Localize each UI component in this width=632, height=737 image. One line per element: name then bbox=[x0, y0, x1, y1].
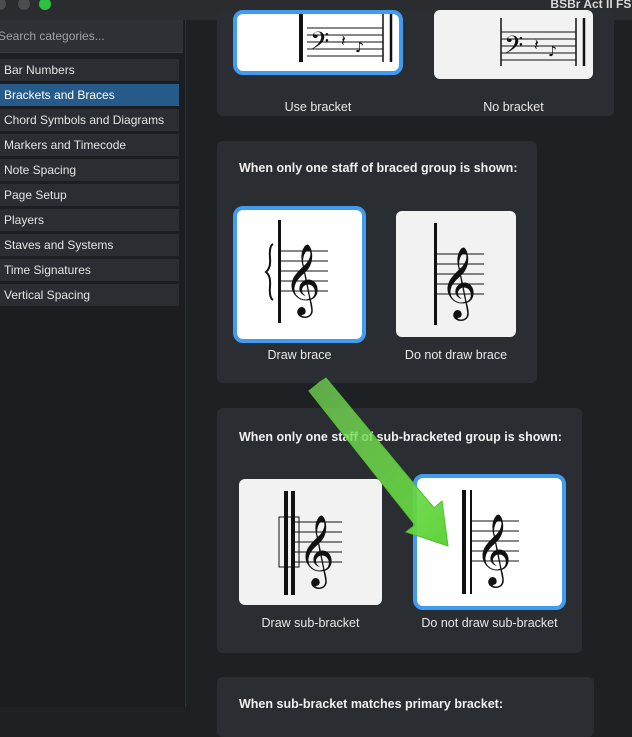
draw-brace-label: Draw brace bbox=[267, 348, 332, 362]
braced-group-section-panel: When only one staff of braced group is s… bbox=[217, 141, 537, 383]
sidebar-item-time-signatures[interactable]: Time Signatures bbox=[0, 259, 179, 281]
sidebar-item-label: Page Setup bbox=[4, 188, 67, 202]
svg-text:♪: ♪ bbox=[548, 44, 557, 60]
bass-clef-staff-icon: 𝄢 𝄽 ♪ bbox=[500, 18, 586, 66]
sidebar-item-markers-timecode[interactable]: Markers and Timecode bbox=[0, 134, 179, 156]
options-main-area: 𝄢 𝄽 ♪ Use bracket 𝄢 𝄽 ♪ No bracket When … bbox=[186, 10, 632, 737]
category-sidebar: Search categories... Bar Numbers Bracket… bbox=[0, 20, 186, 707]
sub-bracket-matches-title: When sub-bracket matches primary bracket… bbox=[239, 697, 503, 711]
treble-clef-staff-icon: 𝄞 bbox=[434, 223, 484, 325]
svg-text:𝄞: 𝄞 bbox=[284, 242, 321, 318]
sidebar-item-label: Markers and Timecode bbox=[4, 138, 127, 152]
svg-text:♪: ♪ bbox=[355, 40, 364, 56]
use-bracket-label: Use bracket bbox=[284, 100, 352, 114]
zoom-window-button[interactable] bbox=[39, 0, 51, 10]
sidebar-item-label: Time Signatures bbox=[4, 263, 91, 277]
svg-text:𝄞: 𝄞 bbox=[475, 512, 512, 588]
do-not-draw-brace-label: Do not draw brace bbox=[404, 348, 508, 362]
option-draw-sub-bracket[interactable]: 𝄞 bbox=[239, 479, 382, 605]
option-draw-brace[interactable]: 𝄞 bbox=[233, 206, 366, 343]
sidebar-item-label: Brackets and Braces bbox=[4, 88, 115, 102]
sidebar-item-bar-numbers[interactable]: Bar Numbers bbox=[0, 59, 179, 81]
treble-clef-brace-icon: 𝄞 bbox=[264, 220, 328, 323]
sidebar-item-label: Vertical Spacing bbox=[4, 288, 91, 302]
search-placeholder: Search categories... bbox=[0, 29, 105, 43]
sidebar-item-chord-symbols[interactable]: Chord Symbols and Diagrams bbox=[0, 109, 179, 131]
sidebar-item-label: Bar Numbers bbox=[4, 63, 75, 77]
braced-group-title: When only one staff of braced group is s… bbox=[239, 161, 518, 175]
minimize-window-button[interactable] bbox=[18, 0, 30, 10]
option-no-bracket[interactable]: 𝄢 𝄽 ♪ bbox=[434, 10, 593, 79]
option-use-bracket[interactable]: 𝄢 𝄽 ♪ bbox=[233, 10, 403, 75]
do-not-draw-sub-bracket-label: Do not draw sub-bracket bbox=[421, 616, 558, 630]
no-bracket-label: No bracket bbox=[483, 100, 544, 114]
sidebar-item-players[interactable]: Players bbox=[0, 209, 179, 231]
option-do-not-draw-sub-bracket[interactable]: 𝄞 bbox=[413, 474, 566, 610]
sidebar-item-label: Note Spacing bbox=[4, 163, 77, 177]
sidebar-item-label: Staves and Systems bbox=[4, 238, 114, 252]
svg-text:𝄢: 𝄢 bbox=[504, 31, 523, 66]
sub-bracketed-group-section-panel: When only one staff of sub-bracketed gro… bbox=[217, 408, 582, 653]
svg-text:𝄽: 𝄽 bbox=[341, 31, 346, 50]
treble-clef-sub-bracket-icon: 𝄞 bbox=[278, 491, 342, 595]
close-window-button[interactable] bbox=[0, 0, 6, 10]
svg-text:𝄞: 𝄞 bbox=[298, 513, 335, 589]
search-categories-input[interactable]: Search categories... bbox=[0, 20, 183, 53]
treble-clef-no-sub-bracket-icon: 𝄞 bbox=[462, 490, 519, 594]
sidebar-item-staves-and-systems[interactable]: Staves and Systems bbox=[0, 234, 179, 256]
sidebar-item-label: Players bbox=[4, 213, 45, 227]
sidebar-item-label: Chord Symbols and Diagrams bbox=[4, 113, 165, 127]
option-do-not-draw-brace[interactable]: 𝄞 bbox=[396, 211, 516, 337]
svg-text:𝄽: 𝄽 bbox=[534, 35, 539, 54]
bracket-section-panel: 𝄢 𝄽 ♪ Use bracket 𝄢 𝄽 ♪ No bracket bbox=[217, 10, 614, 116]
sub-bracketed-group-title: When only one staff of sub-bracketed gro… bbox=[239, 430, 562, 444]
draw-sub-bracket-label: Draw sub-bracket bbox=[261, 616, 360, 630]
sidebar-item-vertical-spacing[interactable]: Vertical Spacing bbox=[0, 284, 179, 306]
sidebar-item-note-spacing[interactable]: Note Spacing bbox=[0, 159, 179, 181]
svg-text:𝄢: 𝄢 bbox=[310, 27, 329, 62]
sidebar-item-brackets-and-braces[interactable]: Brackets and Braces bbox=[0, 84, 179, 106]
sidebar-item-page-setup[interactable]: Page Setup bbox=[0, 184, 179, 206]
svg-text:𝄞: 𝄞 bbox=[440, 245, 477, 321]
bass-clef-staff-bracket-icon: 𝄢 𝄽 ♪ bbox=[299, 14, 393, 62]
sub-bracket-matches-section-panel: When sub-bracket matches primary bracket… bbox=[217, 677, 594, 737]
